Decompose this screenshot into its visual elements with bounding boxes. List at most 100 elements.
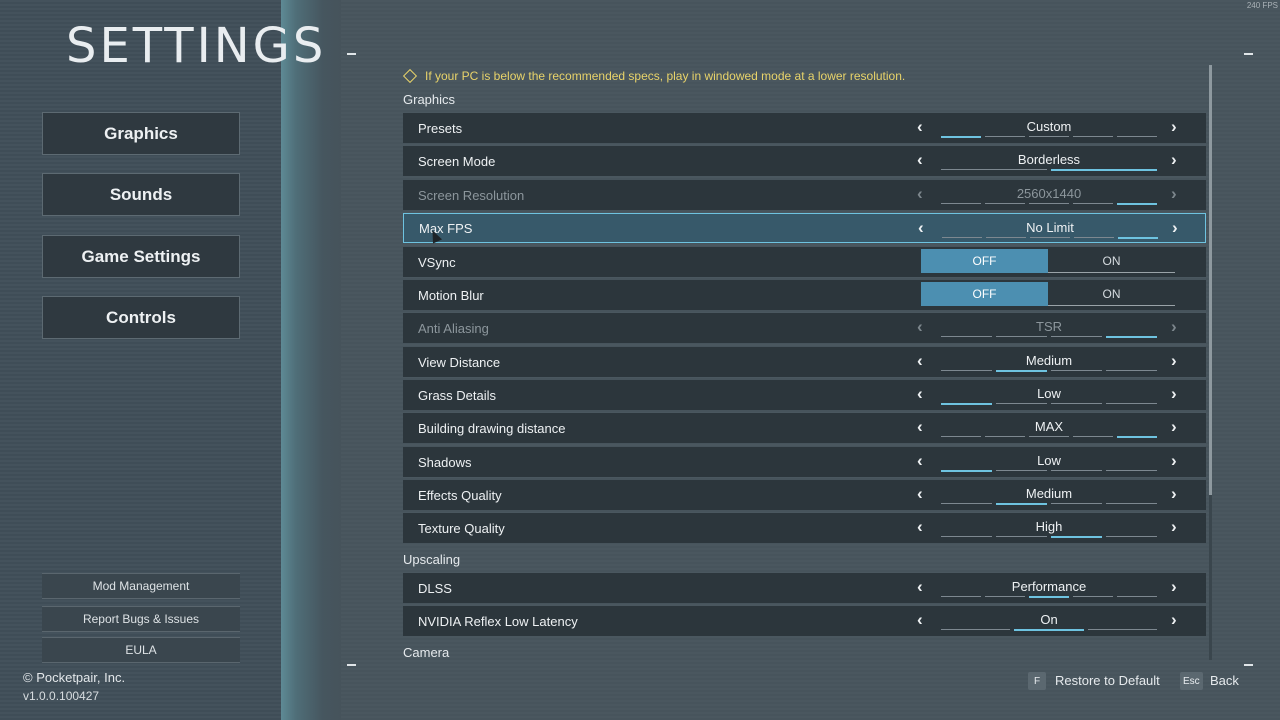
chevron-left-icon[interactable]: ‹: [917, 417, 923, 437]
chevron-left-icon[interactable]: ‹: [917, 351, 923, 371]
option-segment: [941, 403, 992, 405]
option-segment: [1106, 470, 1157, 471]
option-segment: [1029, 136, 1069, 137]
setting-value: Performance: [1011, 579, 1087, 594]
chevron-right-icon[interactable]: ›: [1171, 484, 1177, 504]
chevron-left-icon[interactable]: ‹: [917, 384, 923, 404]
setting-row[interactable]: NVIDIA Reflex Low Latency ‹ On ›: [403, 606, 1206, 636]
nav-controls-button[interactable]: Controls: [42, 296, 240, 339]
setting-value: Medium: [1025, 353, 1073, 368]
warning-icon: [402, 68, 418, 84]
chevron-left-icon[interactable]: ‹: [918, 218, 924, 238]
setting-label: Max FPS: [419, 220, 473, 236]
option-segment: [996, 370, 1047, 372]
mod-management-button[interactable]: Mod Management: [42, 573, 240, 599]
setting-label: Anti Aliasing: [418, 320, 489, 336]
option-segment: [1118, 237, 1158, 239]
chevron-right-icon[interactable]: ›: [1171, 417, 1177, 437]
toggle-on-option[interactable]: ON: [1048, 249, 1175, 273]
chevron-right-icon[interactable]: ›: [1171, 117, 1177, 137]
chevron-left-icon[interactable]: ‹: [917, 577, 923, 597]
setting-label: Grass Details: [418, 387, 497, 403]
back-button[interactable]: Back: [1210, 673, 1239, 688]
setting-row[interactable]: Max FPS ‹ No Limit ›: [403, 213, 1206, 243]
setting-label: DLSS: [418, 580, 452, 596]
option-segment: [941, 136, 981, 138]
setting-row[interactable]: Screen Resolution ‹ 2560x1440 ›: [403, 180, 1206, 210]
warning-text: If your PC is below the recommended spec…: [425, 69, 906, 83]
toggle-on-option[interactable]: ON: [1048, 282, 1175, 306]
report-bugs-button[interactable]: Report Bugs & Issues: [42, 606, 240, 632]
chevron-right-icon[interactable]: ›: [1171, 150, 1177, 170]
option-segment: [1029, 596, 1069, 598]
setting-row[interactable]: Presets ‹ Custom ›: [403, 113, 1206, 143]
corner-marker: [347, 53, 356, 55]
eula-button[interactable]: EULA: [42, 637, 240, 663]
sidebar-edge-glow: [281, 0, 341, 720]
setting-value: Custom: [1026, 119, 1072, 134]
chevron-right-icon[interactable]: ›: [1171, 384, 1177, 404]
chevron-left-icon: ‹: [917, 184, 923, 203]
scrollbar-thumb[interactable]: [1209, 65, 1212, 495]
option-segment: [1029, 203, 1069, 204]
page-title: SETTINGS: [66, 18, 327, 74]
chevron-right-icon[interactable]: ›: [1171, 451, 1177, 471]
option-segment: [1117, 596, 1157, 597]
toggle-off-option[interactable]: OFF: [921, 282, 1048, 306]
option-segment: [1117, 203, 1157, 205]
setting-row[interactable]: Motion Blur OFF ON: [403, 280, 1206, 310]
esc-key-icon: Esc: [1180, 672, 1203, 690]
option-segment: [1051, 336, 1102, 337]
scrollbar[interactable]: [1209, 65, 1212, 660]
setting-row[interactable]: View Distance ‹ Medium ›: [403, 347, 1206, 377]
setting-row[interactable]: Screen Mode ‹ Borderless ›: [403, 146, 1206, 176]
chevron-right-icon[interactable]: ›: [1171, 610, 1177, 630]
restore-default-button[interactable]: Restore to Default: [1055, 673, 1160, 688]
option-indicator: [941, 629, 1157, 631]
setting-label: Texture Quality: [418, 520, 505, 536]
chevron-left-icon[interactable]: ‹: [917, 484, 923, 504]
option-segment: [1029, 436, 1069, 437]
setting-value: High: [1035, 519, 1063, 534]
chevron-left-icon[interactable]: ‹: [917, 150, 923, 170]
setting-row[interactable]: DLSS ‹ Performance ›: [403, 573, 1206, 603]
option-segment: [1051, 370, 1102, 371]
setting-row[interactable]: Anti Aliasing ‹ TSR ›: [403, 313, 1206, 343]
nav-game-settings-button[interactable]: Game Settings: [42, 235, 240, 278]
setting-row[interactable]: VSync OFF ON: [403, 247, 1206, 277]
chevron-left-icon[interactable]: ‹: [917, 117, 923, 137]
section-camera: Camera: [403, 645, 450, 660]
chevron-left-icon[interactable]: ‹: [917, 517, 923, 537]
option-segment: [941, 169, 1047, 170]
chevron-left-icon[interactable]: ‹: [917, 610, 923, 630]
option-segment: [941, 536, 992, 537]
setting-row[interactable]: Building drawing distance ‹ MAX ›: [403, 413, 1206, 443]
restore-key-icon: F: [1028, 672, 1046, 690]
setting-row[interactable]: Shadows ‹ Low ›: [403, 447, 1206, 477]
chevron-right-icon[interactable]: ›: [1171, 577, 1177, 597]
option-indicator: [941, 536, 1157, 538]
option-segment: [941, 203, 981, 204]
chevron-left-icon: ‹: [917, 317, 923, 336]
option-segment: [985, 136, 1025, 137]
option-indicator: [941, 503, 1157, 505]
nav-graphics-button[interactable]: Graphics: [42, 112, 240, 155]
setting-label: Effects Quality: [418, 487, 502, 503]
setting-row[interactable]: Grass Details ‹ Low ›: [403, 380, 1206, 410]
option-segment: [941, 503, 992, 504]
option-segment: [1117, 436, 1157, 438]
toggle-off-option[interactable]: OFF: [921, 249, 1048, 273]
setting-row[interactable]: Texture Quality ‹ High ›: [403, 513, 1206, 543]
setting-label: Motion Blur: [418, 287, 484, 303]
setting-row[interactable]: Effects Quality ‹ Medium ›: [403, 480, 1206, 510]
setting-label: View Distance: [418, 354, 501, 370]
nav-sounds-button[interactable]: Sounds: [42, 173, 240, 216]
chevron-right-icon[interactable]: ›: [1171, 517, 1177, 537]
chevron-right-icon[interactable]: ›: [1172, 218, 1178, 238]
chevron-right-icon[interactable]: ›: [1171, 351, 1177, 371]
chevron-left-icon[interactable]: ‹: [917, 451, 923, 471]
chevron-right-icon: ›: [1171, 317, 1177, 336]
option-indicator: [941, 370, 1157, 372]
option-indicator: [942, 237, 1158, 239]
option-segment: [1051, 470, 1102, 471]
